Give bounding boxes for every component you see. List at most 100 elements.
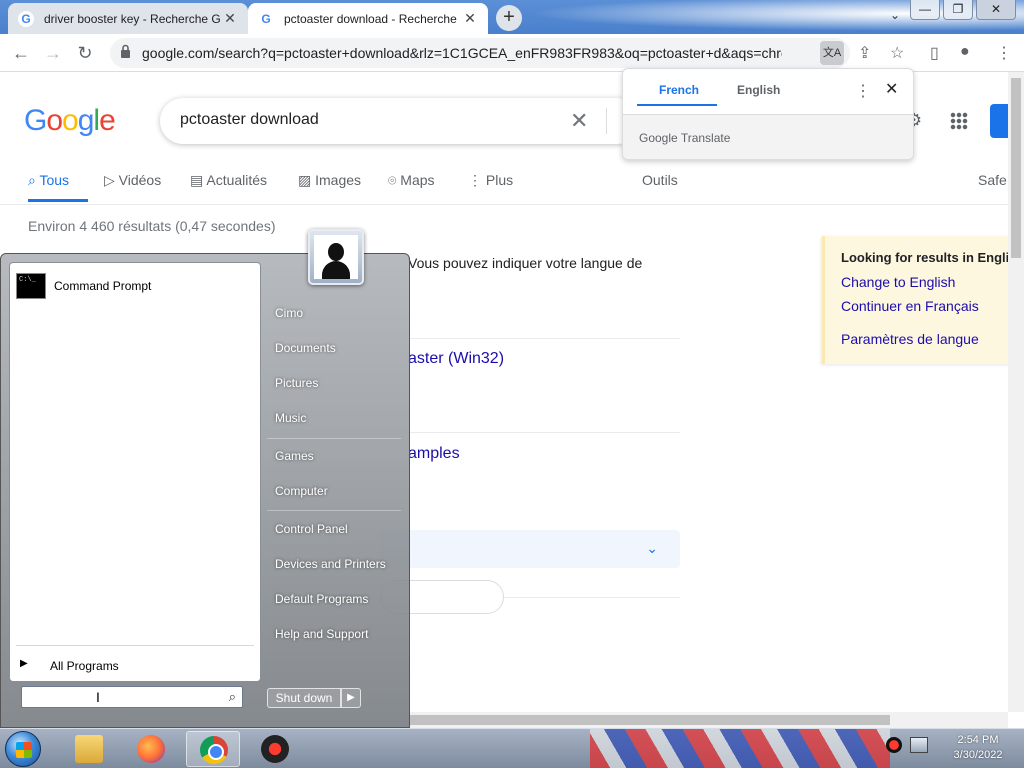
windows-logo-icon	[16, 742, 32, 758]
taskbar-chrome[interactable]	[186, 731, 240, 767]
start-search-input[interactable]: I ⌕	[21, 686, 243, 708]
tab-maps-label: Maps	[400, 172, 435, 188]
taskbar-driver-booster[interactable]	[248, 731, 302, 767]
user-avatar[interactable]	[308, 229, 364, 285]
command-prompt-item[interactable]: Command Prompt	[54, 279, 151, 293]
lang-english-tab[interactable]: English	[737, 83, 780, 97]
taskbar-firefox[interactable]	[124, 731, 178, 767]
tab-maps[interactable]: ⌾ Maps	[388, 172, 435, 189]
chrome-icon	[200, 736, 228, 764]
minimize-button[interactable]: —	[910, 0, 940, 20]
scroll-thumb[interactable]	[410, 715, 890, 725]
system-clock[interactable]: 2:54 PM 3/30/2022	[938, 733, 1018, 763]
change-to-english-link[interactable]: Change to English	[841, 274, 955, 290]
start-item-help-support[interactable]: Help and Support	[275, 627, 368, 641]
tools-button[interactable]: Outils	[642, 172, 678, 188]
result-stats: Environ 4 460 résultats (0,47 secondes)	[28, 218, 276, 234]
search-icon[interactable]: ⌕	[229, 689, 236, 705]
active-lang-indicator	[637, 104, 717, 106]
start-item-control-panel[interactable]: Control Panel	[275, 522, 348, 536]
tab-title: pctoaster download - Recherche	[284, 11, 457, 26]
language-settings-link[interactable]: Paramètres de langue	[841, 331, 979, 347]
tab-actualites-label: Actualités	[206, 172, 268, 188]
tab-videos-label: Vidéos	[118, 172, 162, 188]
tab-driver-booster[interactable]: G driver booster key - Recherche G ✕	[8, 3, 248, 34]
tab-close-icon[interactable]: ✕	[222, 10, 238, 27]
clock-date: 3/30/2022	[953, 749, 1003, 761]
network-icon[interactable]	[910, 737, 928, 753]
start-item-pictures[interactable]: Pictures	[275, 376, 318, 390]
tab-close-icon[interactable]: ✕	[462, 10, 478, 27]
translate-icon[interactable]: 文A	[820, 41, 844, 65]
new-tab-button[interactable]: +	[496, 5, 522, 31]
tab-videos[interactable]: ▷ Vidéos	[104, 172, 161, 189]
result-divider	[504, 597, 680, 598]
address-bar[interactable]: google.com/search?q=pctoaster+download&r…	[110, 38, 850, 68]
start-item-default-programs[interactable]: Default Programs	[275, 592, 368, 606]
window-controls: — ❐ ✕	[907, 0, 1016, 20]
translate-popup: French English ⋮ ✕ Google Translate	[622, 68, 914, 160]
safesearch-button[interactable]: Safe	[978, 172, 1007, 188]
start-item-computer[interactable]: Computer	[275, 484, 328, 498]
reload-icon[interactable]: ↻	[74, 42, 96, 64]
lang-french-tab[interactable]: French	[659, 83, 699, 97]
taskbar: 2:54 PM 3/30/2022	[0, 728, 1024, 768]
google-logo[interactable]: Google	[24, 104, 116, 138]
clear-search-icon[interactable]: ✕	[570, 108, 588, 134]
language-note: Vous pouvez indiquer votre langue de	[408, 255, 643, 271]
tab-title: driver booster key - Recherche G	[44, 11, 221, 26]
system-tray	[886, 737, 928, 753]
start-button[interactable]	[5, 731, 41, 767]
vertical-scrollbar[interactable]	[1008, 72, 1024, 712]
command-prompt-icon: C:\_	[16, 273, 46, 299]
tab-plus[interactable]: ⋮ Plus	[468, 172, 513, 189]
start-item-documents[interactable]: Documents	[275, 341, 336, 355]
people-also-ask-row[interactable]: ⌄	[380, 530, 680, 568]
desktop-wallpaper-strip	[590, 729, 890, 768]
translate-options-icon[interactable]: ⋮	[855, 81, 871, 101]
start-divider	[267, 438, 401, 439]
shutdown-button[interactable]: Shut down	[267, 688, 341, 708]
restore-button[interactable]: ❐	[943, 0, 973, 20]
tray-app-icon[interactable]	[886, 737, 902, 753]
start-item-games[interactable]: Games	[275, 449, 314, 463]
screen: G driver booster key - Recherche G ✕ G p…	[0, 0, 1024, 768]
close-window-button[interactable]: ✕	[976, 0, 1016, 20]
search-query[interactable]: pctoaster download	[180, 111, 319, 129]
forward-arrow-icon[interactable]: →	[42, 42, 64, 64]
url-text: google.com/search?q=pctoaster+download&r…	[142, 45, 782, 61]
apps-grid-icon[interactable]	[950, 112, 968, 130]
tab-images[interactable]: ▨ Images	[298, 172, 361, 189]
avatar-frame	[314, 235, 358, 279]
google-favicon-icon: G	[18, 10, 34, 27]
side-panel-icon[interactable]: ▯	[930, 43, 939, 63]
result-divider	[408, 338, 680, 339]
translate-brand: Google Translate	[639, 131, 731, 145]
all-programs-item[interactable]: All Programs	[50, 659, 119, 673]
chevron-down-icon: ⌄	[646, 540, 658, 556]
tab-actualites[interactable]: ▤ Actualités	[190, 172, 267, 189]
folder-icon	[75, 735, 103, 763]
tab-pctoaster[interactable]: G pctoaster download - Recherche ✕	[248, 3, 488, 34]
translate-close-icon[interactable]: ✕	[885, 79, 898, 99]
continue-french-link[interactable]: Continuer en Français	[841, 298, 979, 314]
search-box[interactable]: pctoaster download ✕	[160, 98, 640, 144]
tab-search-chevron-icon[interactable]: ⌄	[890, 8, 900, 22]
back-arrow-icon[interactable]: ←	[10, 42, 32, 64]
start-item-devices-printers[interactable]: Devices and Printers	[275, 557, 386, 571]
start-item-user[interactable]: Cimo	[275, 306, 303, 320]
bookmark-star-icon[interactable]: ☆	[890, 43, 904, 63]
tab-tous[interactable]: ⌕ Tous	[28, 172, 69, 189]
menu-dots-icon[interactable]: ⋮	[996, 43, 1012, 63]
profile-icon[interactable]: ●	[960, 43, 970, 61]
result-link[interactable]: amples	[408, 445, 460, 463]
firefox-icon	[137, 735, 165, 763]
share-icon[interactable]: ⇪	[858, 43, 871, 63]
start-item-music[interactable]: Music	[275, 411, 306, 425]
taskbar-file-explorer[interactable]	[62, 731, 116, 767]
shutdown-options-arrow-icon[interactable]: ▶	[341, 688, 361, 708]
horizontal-scrollbar[interactable]	[410, 712, 1008, 728]
result-link[interactable]: aster (Win32)	[408, 350, 504, 368]
scroll-thumb[interactable]	[1011, 78, 1021, 258]
programs-divider	[16, 645, 254, 646]
